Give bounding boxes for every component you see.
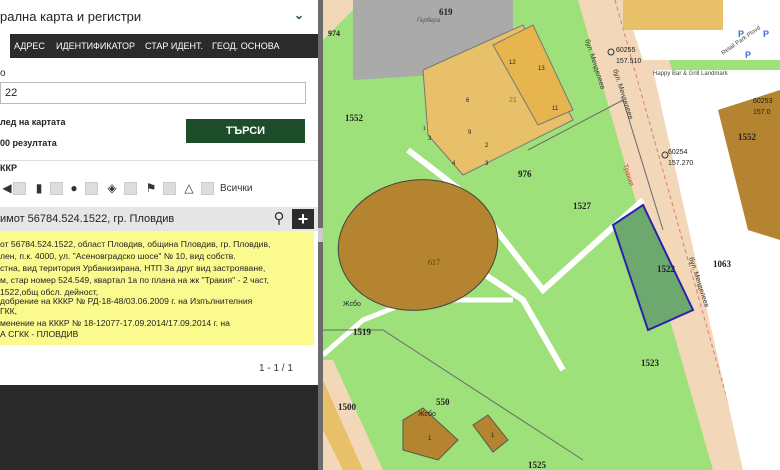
tab-old-identifier[interactable]: СТАР ИДЕНТ. (145, 34, 203, 58)
layer-toggles: ◀ ▮ ● ◈ ⚑ △ Всички (0, 181, 318, 199)
parcel-label: 1519 (353, 327, 372, 337)
place-label: Happy Bar & Grill Landmark (653, 71, 729, 77)
parcel-label: 1 (423, 126, 426, 132)
header-bar: рална карта и регистри ⌄ (0, 0, 318, 35)
place-label: Гербера (417, 18, 441, 24)
search-button[interactable]: ТЪРСИ (186, 119, 305, 143)
parcel-label: 13 (538, 66, 545, 72)
layer-checkbox[interactable] (50, 182, 63, 195)
results-limit-label: 00 резултата (0, 138, 57, 148)
polygon-icon: △ (184, 181, 194, 195)
layer-checkbox[interactable] (124, 182, 137, 195)
panel-footer (0, 385, 318, 470)
left-panel: рална карта и регистри ⌄ АДРЕС ИДЕНТИФИК… (0, 0, 318, 470)
parcel-label: 21 (509, 97, 517, 104)
parcel-label: 1552 (738, 132, 757, 142)
flag-icon: ⚑ (145, 181, 157, 195)
parcel-label: 1063 (713, 259, 732, 269)
tab-address[interactable]: АДРЕС (14, 34, 45, 58)
layer-checkbox[interactable] (201, 182, 214, 195)
parcel-label: 1527 (573, 201, 592, 211)
parcel-label: 1522 (657, 264, 676, 274)
parcel-label: Жсбо (343, 300, 361, 308)
result-line: добрение на КККР № РД-18-48/03.06.2009 г… (0, 296, 253, 306)
map-search-label: лед на картата (0, 117, 66, 127)
parcel-label: 1525 (528, 460, 547, 470)
pagination: 1 - 1 / 1 (259, 363, 293, 374)
parcel-label: 12 (509, 60, 516, 66)
map-view[interactable]: 619 974 1552 12 13 6 21 11 9 3 4 3 2 1 9… (323, 0, 780, 470)
layers-title: ККР (0, 163, 17, 173)
result-details: от 56784.524.1522, област Пловдив, общин… (0, 231, 314, 345)
parking-icon: P (763, 29, 769, 39)
parcel-label: 1523 (641, 358, 660, 368)
result-line: А СГКК - ПЛОВДИВ (0, 329, 79, 339)
result-line: от 56784.524.1522, област Пловдив, общин… (0, 239, 271, 249)
survey-point-id: 60253 (753, 98, 773, 105)
result-line: менение на КККР № 18-12077-17.09.2014/17… (0, 318, 230, 328)
map-marker-icon: ● (70, 181, 78, 195)
survey-point-value: 157.0 (753, 109, 771, 116)
survey-point-value: 157.270 (668, 160, 693, 167)
divider (0, 160, 318, 161)
result-title: имот 56784.524.1522, гр. Пловдив (0, 213, 175, 225)
result-line: м, стар номер 524.549, квартал 1а по пла… (0, 275, 269, 285)
tab-identifier[interactable]: ИДЕНТИФИКАТОР (56, 34, 135, 58)
parcel-label: 1552 (345, 113, 364, 123)
result-header: имот 56784.524.1522, гр. Пловдив ⚲ + (0, 207, 318, 231)
layer-checkbox[interactable] (85, 182, 98, 195)
parcel-label: 976 (518, 169, 532, 179)
cadastral-map[interactable]: 619 974 1552 12 13 6 21 11 9 3 4 3 2 1 9… (323, 0, 780, 470)
parcel-label: Жсбо (418, 410, 436, 418)
zoom-to-icon[interactable]: ⚲ (270, 210, 288, 228)
parcel-label: 617 (428, 258, 440, 267)
field-label-stub: о (0, 68, 6, 79)
search-tabs: АДРЕС ИДЕНТИФИКАТОР СТАР ИДЕНТ. ГЕОД. ОС… (0, 34, 318, 58)
select-all-label[interactable]: Всички (220, 183, 252, 194)
result-line: ГКК, (0, 306, 18, 316)
building-icon: ▮ (35, 181, 43, 195)
survey-point-id: 60255 (616, 47, 636, 54)
parking-icon: P (745, 50, 751, 60)
result-line: стна, вид територия Урбанизирана, НТП За… (0, 263, 266, 273)
parcel-label: 1500 (338, 402, 357, 412)
layers-icon: ◈ (107, 181, 117, 195)
tab-geodetic-base[interactable]: ГЕОД. ОСНОВА (212, 34, 279, 58)
layer-checkbox[interactable] (13, 182, 26, 195)
parking-icon: P (738, 29, 744, 39)
parcel-label: 974 (328, 29, 340, 38)
parcel-label: 11 (552, 106, 559, 112)
building (623, 0, 723, 30)
tab-active-stub[interactable] (0, 34, 10, 58)
survey-point-value: 157.510 (616, 58, 641, 65)
result-line: лен, п.к. 4000, ул. "Асеновградско шосе"… (0, 251, 236, 261)
add-icon[interactable]: + (292, 209, 314, 229)
parcel-label: 550 (436, 397, 450, 407)
identifier-input[interactable]: 22 (0, 82, 306, 104)
header-title: рална карта и регистри (0, 9, 142, 24)
layer-checkbox[interactable] (163, 182, 176, 195)
survey-point-id: 60254 (668, 149, 688, 156)
layer-arrow-icon[interactable]: ◀ (0, 181, 14, 195)
chevron-down-icon[interactable]: ⌄ (292, 8, 306, 22)
parcel-label: 619 (439, 7, 453, 17)
